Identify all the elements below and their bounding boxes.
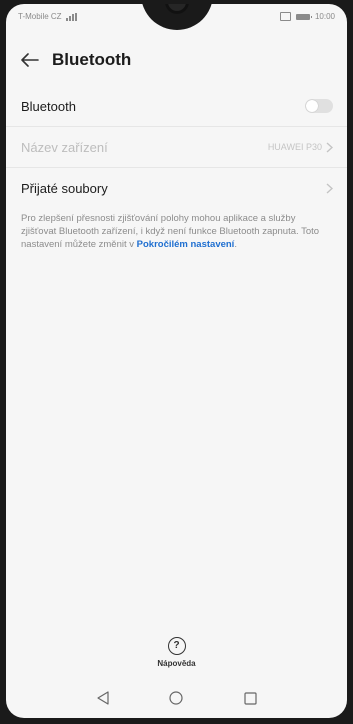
- arrow-left-icon[interactable]: [10, 40, 50, 80]
- status-right: 10:00: [279, 12, 335, 21]
- settings-list: Bluetooth Název zařízení HUAWEI P30 Přij…: [6, 86, 347, 208]
- bluetooth-toggle[interactable]: [305, 99, 333, 113]
- toggle-knob: [306, 100, 318, 112]
- device-name-label: Název zařízení: [21, 139, 108, 155]
- received-files-row[interactable]: Přijaté soubory: [6, 168, 347, 208]
- square-recents-icon[interactable]: [238, 686, 262, 710]
- status-left: T-Mobile CZ: [18, 12, 77, 21]
- battery-icon: [295, 13, 312, 20]
- help-label[interactable]: Nápověda: [157, 659, 195, 668]
- signal-icon: [65, 12, 77, 21]
- status-bar: T-Mobile CZ 10:00: [6, 4, 347, 34]
- triangle-back-icon[interactable]: [91, 686, 115, 710]
- clock: 10:00: [314, 12, 335, 21]
- front-camera: [164, 4, 189, 14]
- page-title: Bluetooth: [52, 50, 132, 69]
- display-notch: [140, 4, 213, 30]
- device-name-row: Název zařízení HUAWEI P30: [6, 127, 347, 168]
- device-name-value: HUAWEI P30: [267, 142, 322, 152]
- advanced-settings-link[interactable]: Pokročilém nastavení: [137, 239, 235, 250]
- bluetooth-row[interactable]: Bluetooth: [6, 86, 347, 127]
- bluetooth-info-text: Pro zlepšení přesnosti zjišťování polohy…: [21, 212, 333, 251]
- device-name-right: HUAWEI P30: [267, 141, 333, 153]
- chevron-right-icon: [326, 182, 333, 194]
- received-files-label: Přijaté soubory: [21, 180, 108, 196]
- bluetooth-label: Bluetooth: [21, 98, 76, 114]
- screen: T-Mobile CZ 10:00 Bluetooth Bluetooth Ná…: [6, 4, 347, 718]
- navigation-bar: [6, 678, 347, 718]
- help-area: ? Nápověda: [6, 626, 347, 678]
- nfc-icon: [279, 12, 291, 21]
- info-suffix: .: [234, 239, 237, 250]
- help-circle-icon[interactable]: ?: [167, 636, 186, 655]
- app-header: Bluetooth: [6, 40, 347, 80]
- carrier-label: T-Mobile CZ: [18, 12, 62, 21]
- circle-home-icon[interactable]: [164, 686, 188, 710]
- chevron-right-icon: [326, 141, 333, 153]
- phone-frame: T-Mobile CZ 10:00 Bluetooth Bluetooth Ná…: [0, 0, 353, 724]
